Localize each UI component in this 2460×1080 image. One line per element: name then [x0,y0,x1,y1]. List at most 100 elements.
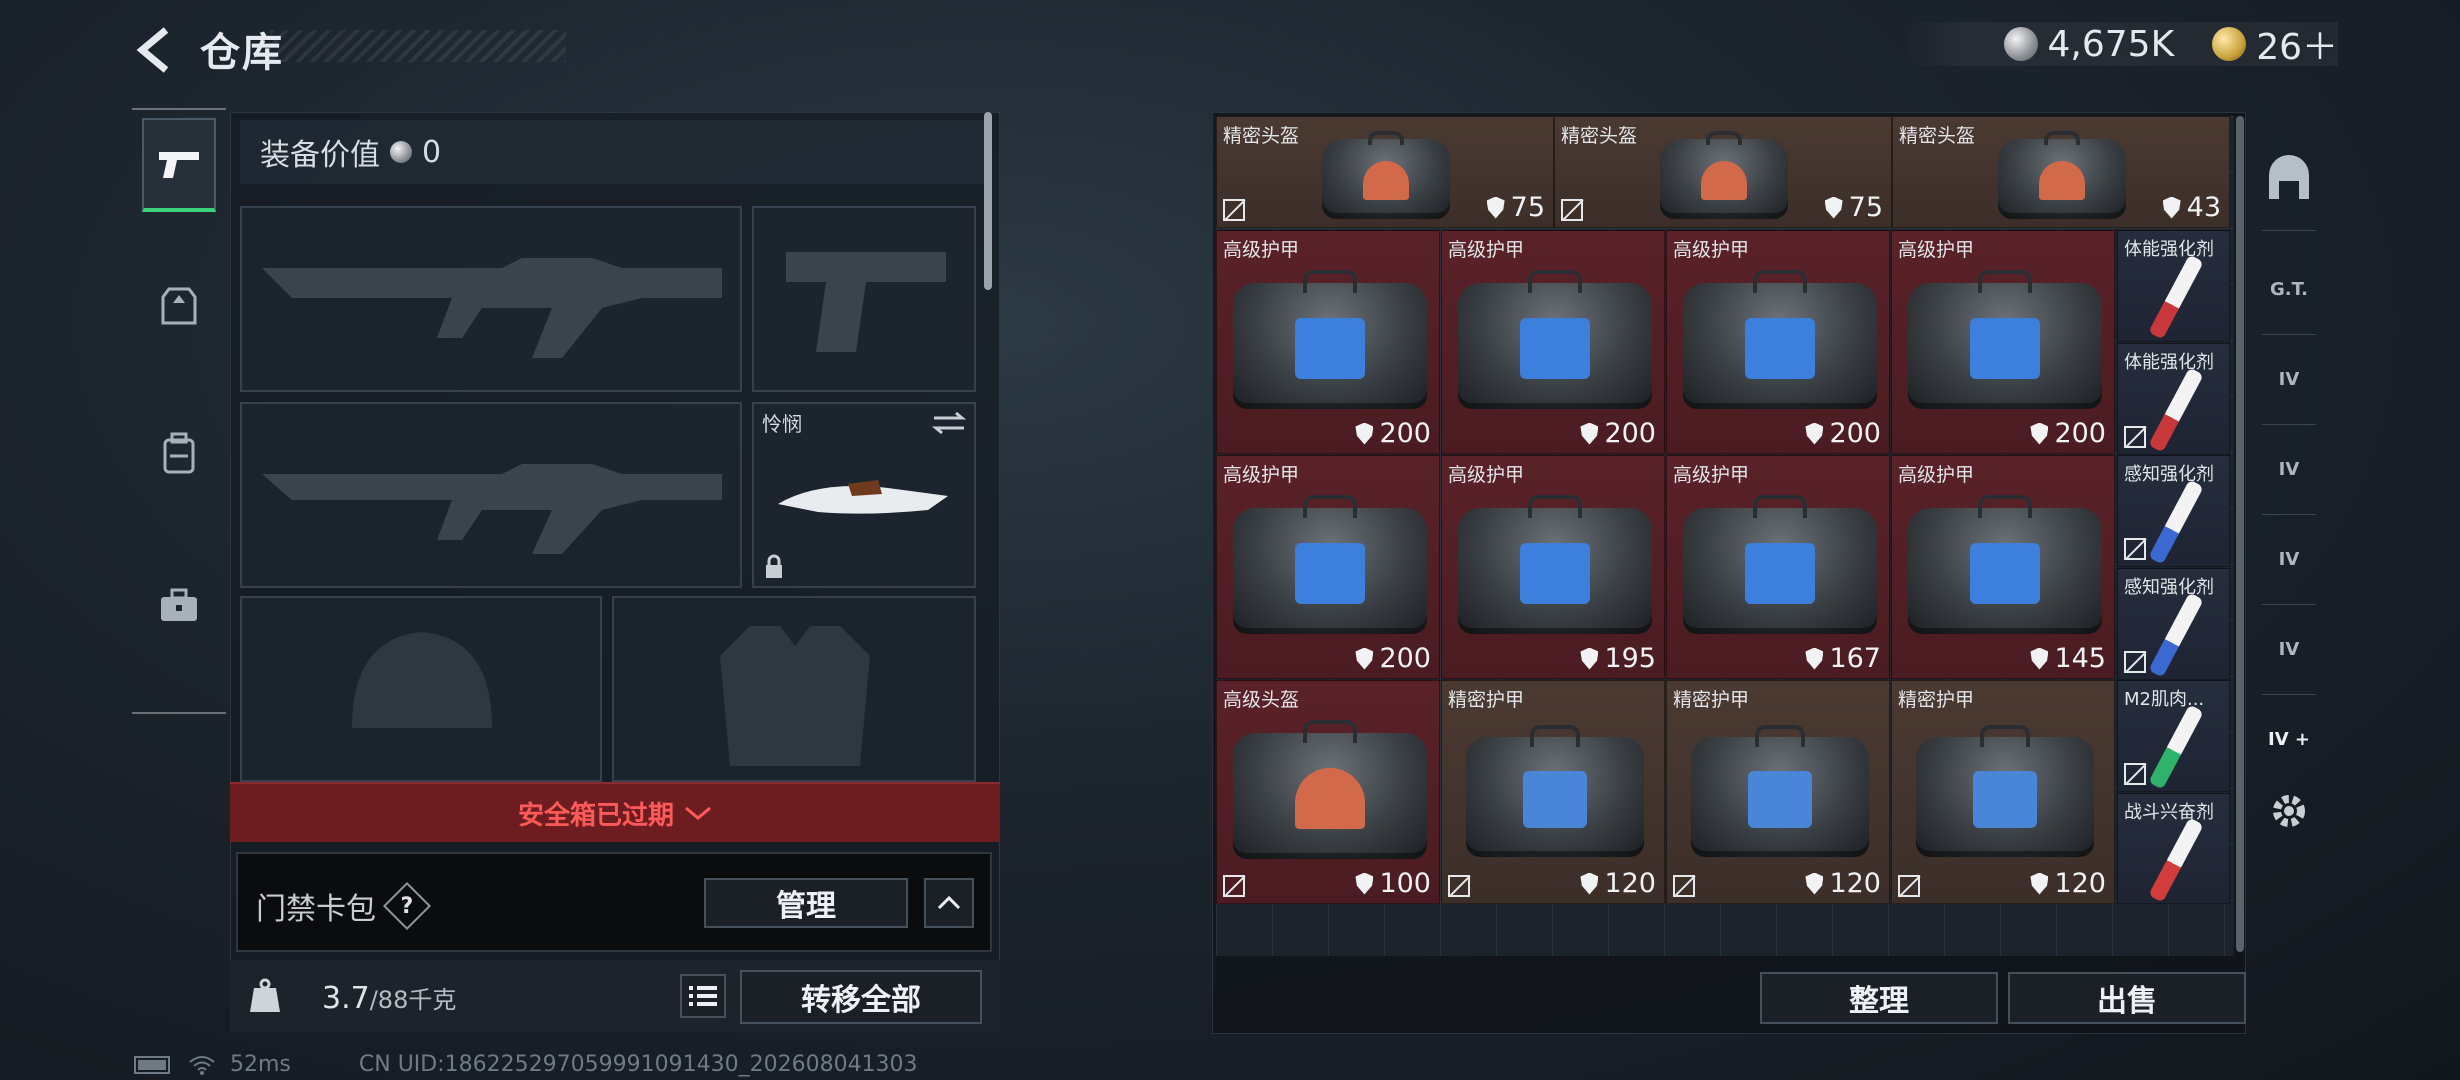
syringe-icon [2148,367,2204,453]
list-view-button[interactable] [680,974,726,1018]
stash-home-icon[interactable] [2258,148,2320,210]
tab-backpack[interactable] [142,406,216,500]
melee-slot[interactable]: 怜悯 [752,402,976,588]
swap-icon[interactable] [932,412,966,434]
transfer-all-button[interactable]: 转移全部 [740,970,982,1024]
stash-item-perception-booster[interactable]: 感知强化剂 [2117,568,2230,680]
sort-button[interactable]: 整理 [1760,972,1998,1024]
shield-icon [1580,422,1599,445]
durability: 43 [2162,192,2221,223]
armor-bag-icon [1683,270,1877,409]
item-name: 高级护甲 [1898,239,1975,261]
stash-item-precision-helmet[interactable]: 精密头盔 75 [1216,116,1554,228]
no-transfer-icon [2124,426,2146,448]
shield-icon [1355,422,1374,445]
stash-page-iv-icon[interactable]: IV [2258,528,2320,590]
stash-item-precision-armor[interactable]: 精密护甲 120 [1891,680,2115,904]
stash-item-precision-helmet[interactable]: 精密头盔 75 [1554,116,1892,228]
sidearm-slot[interactable] [752,206,976,392]
tab-armor[interactable] [142,260,216,354]
stash-item-advanced-helmet[interactable]: 高级头盔 100 [1216,680,1440,904]
item-name: 精密护甲 [1898,689,1975,711]
battery-icon [134,1055,170,1074]
rifle-silhouette-icon [262,464,722,554]
shield-icon [1580,872,1599,895]
stash-item-combat-stimulant[interactable]: 战斗兴奋剂 [2117,793,2230,904]
stash-item-advanced-armor[interactable]: 高级护甲 145 [1891,455,2115,679]
armor-bag-icon [1908,495,2102,634]
stash-item-advanced-armor[interactable]: 高级护甲 200 [1216,230,1440,454]
helmet-slot[interactable] [240,596,602,782]
stash-item-advanced-armor[interactable]: 高级护甲 200 [1666,230,1890,454]
armor-bag-icon [1683,495,1877,634]
stash-page-iv-icon[interactable]: IV [2258,438,2320,500]
helmet-bag-icon [1322,131,1450,219]
shield-icon [2162,196,2181,219]
armor-slot[interactable] [612,596,976,782]
collapse-button[interactable] [924,878,974,928]
silver-coin-icon [2003,27,2038,61]
item-name: 高级护甲 [1673,464,1750,486]
syringe-icon [2148,704,2204,790]
list-icon [689,986,717,1006]
item-name: 精密护甲 [1448,689,1525,711]
shield-icon [1824,196,1843,219]
stash-item-advanced-armor[interactable]: 高级护甲 200 [1216,455,1440,679]
helmet-bag-icon [1233,720,1427,859]
stash-item-stamina-booster[interactable]: 体能强化剂 [2117,343,2230,455]
stash-item-precision-helmet[interactable]: 精密头盔 43 [1892,116,2230,228]
stash-page-gt-icon[interactable]: G.T. [2258,258,2320,320]
melee-name: 怜悯 [762,412,802,436]
stash-item-advanced-armor[interactable]: 高级护甲 200 [1441,230,1665,454]
sell-button[interactable]: 出售 [2008,972,2246,1024]
add-stash-page-icon[interactable]: IV + [2258,708,2320,770]
pistol-icon [159,152,199,178]
stash-page-iv-icon[interactable]: IV [2258,348,2320,410]
stash-item-precision-armor[interactable]: 精密护甲 120 [1441,680,1665,904]
primary-weapon-slot[interactable] [240,206,742,392]
durability: 145 [2030,643,2106,674]
silver-coin-icon [390,141,412,163]
shield-icon [2030,647,2049,670]
item-name: 高级护甲 [1673,239,1750,261]
no-transfer-icon [1448,875,1470,897]
stash-item-advanced-armor[interactable]: 高级护甲 200 [1891,230,2115,454]
stash-item-precision-armor[interactable]: 精密护甲 120 [1666,680,1890,904]
gold-coin-icon [2212,27,2247,61]
stash-item-perception-booster[interactable]: 感知强化剂 [2117,455,2230,567]
gold-amount[interactable]: 26＋ [2256,18,2338,70]
manage-button[interactable]: 管理 [704,878,908,928]
durability: 120 [1580,868,1656,899]
item-name: 高级护甲 [1223,239,1300,261]
no-transfer-icon [2124,538,2146,560]
loadout-scrollbar[interactable] [984,112,992,290]
backpack-icon [163,432,195,474]
shield-icon [1805,422,1824,445]
secondary-weapon-slot[interactable] [240,402,742,588]
shield-icon [1805,872,1824,895]
stash-scrollbar[interactable] [2236,116,2244,952]
stash-page-iv-icon[interactable]: IV [2258,618,2320,680]
item-name: 高级护甲 [1448,464,1525,486]
safebox-expired-banner[interactable]: 安全箱已过期 [230,782,1000,842]
armor-bag-icon [1233,270,1427,409]
item-name: 高级头盔 [1223,689,1300,711]
pistol-silhouette-icon [786,252,946,352]
no-transfer-icon [2124,763,2146,785]
settings-gear-icon[interactable] [2258,780,2320,842]
stash-item-advanced-armor[interactable]: 高级护甲 167 [1666,455,1890,679]
tab-case[interactable] [142,558,216,652]
tab-weapons[interactable] [142,118,216,212]
armor-bag-icon [1916,725,2094,857]
shield-icon [1355,872,1374,895]
help-icon[interactable]: ? [382,881,432,931]
currency-bar: 4,675K 26＋ [1903,22,2338,68]
stash-item-stamina-booster[interactable]: 体能强化剂 [2117,230,2230,342]
armor-bag-icon [1691,725,1869,857]
back-button[interactable] [128,22,184,78]
stash-item-advanced-armor[interactable]: 高级护甲 195 [1441,455,1665,679]
vest-silhouette-icon [720,626,870,766]
stash-item-muscle-injector[interactable]: M2肌肉... [2117,680,2230,792]
item-name: 感知强化剂 [2124,464,2214,485]
armor-bag-icon [1458,495,1652,634]
